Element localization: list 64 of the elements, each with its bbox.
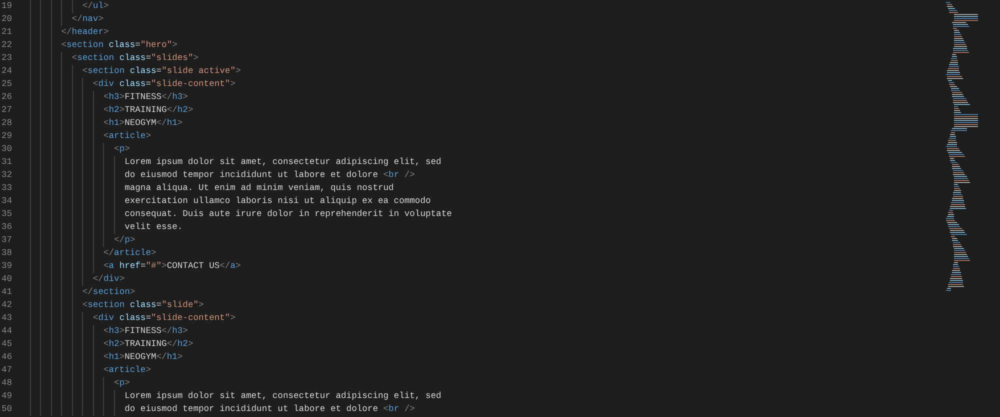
code-line: <div class="slide-content"> <box>92 313 236 323</box>
code-line: <section class="slide active"> <box>81 66 241 76</box>
line-number: 24 <box>0 65 12 78</box>
code-line: </nav> <box>70 14 104 24</box>
line-number: 48 <box>0 377 12 390</box>
code-line: Lorem ipsum dolor sit amet, consectetur adipiscing elit, sed <box>124 157 442 167</box>
code-line: <h3>FITNESS</h3> <box>102 326 188 336</box>
line-number: 47 <box>0 364 12 377</box>
code-line: velit esse. <box>124 222 183 232</box>
code-line: do eiusmod tempor incididunt ut labore et dolore <br /> <box>124 404 415 414</box>
code-line: <section class="hero"> <box>60 40 178 50</box>
code-line: <h1>NEOGYM</h1> <box>102 118 183 128</box>
code-line: </p> <box>113 235 136 245</box>
line-number: 33 <box>0 182 12 195</box>
code-line: <h2>TRAINING</h2> <box>102 339 194 349</box>
code-line: </article> <box>102 248 156 258</box>
code-line: <p> <box>113 144 130 154</box>
line-number: 26 <box>0 91 12 104</box>
line-number: 20 <box>0 13 12 26</box>
code-line: <div class="slide-content"> <box>92 79 236 89</box>
code-line: <article> <box>102 365 151 375</box>
code-line: Lorem ipsum dolor sit amet, consectetur adipiscing elit, sed <box>124 391 442 401</box>
line-number: 46 <box>0 351 12 364</box>
code-line: exercitation ullamco laboris nisi ut aliquip ex ea commodo <box>124 196 431 206</box>
line-number: 27 <box>0 104 12 117</box>
code-line: <h2>TRAINING</h2> <box>102 105 194 115</box>
code-line: <section class="slide"> <box>81 300 204 310</box>
line-number: 40 <box>0 273 12 286</box>
line-number: 49 <box>0 390 12 403</box>
line-number: 22 <box>0 39 12 52</box>
line-number: 43 <box>0 312 12 325</box>
code-line: magna aliqua. Ut enim ad minim veniam, quis nostrud <box>124 183 394 193</box>
line-number: 44 <box>0 325 12 338</box>
code-line: consequat. Duis aute irure dolor in reprehenderit in voluptate <box>124 209 452 219</box>
line-number: 42 <box>0 299 12 312</box>
line-number: 19 <box>0 0 12 13</box>
code-line: </header> <box>60 27 109 37</box>
code-line: <article> <box>102 131 151 141</box>
line-number: 28 <box>0 117 12 130</box>
line-number: 29 <box>0 130 12 143</box>
line-number: 32 <box>0 169 12 182</box>
line-number: 35 <box>0 208 12 221</box>
line-number: 21 <box>0 26 12 39</box>
line-number: 45 <box>0 338 12 351</box>
line-number: 23 <box>0 52 12 65</box>
line-number: 31 <box>0 156 12 169</box>
line-number: 41 <box>0 286 12 299</box>
code-line: <section class="slides"> <box>70 53 199 63</box>
line-number: 36 <box>0 221 12 234</box>
line-number: 25 <box>0 78 12 91</box>
code-line: <p> <box>113 378 130 388</box>
code-line: </section> <box>81 287 136 297</box>
line-number: 30 <box>0 143 12 156</box>
code-line: do eiusmod tempor incididunt ut labore et dolore <br /> <box>124 170 415 180</box>
code-line: </ul> <box>81 1 109 11</box>
code-line: <h1>NEOGYM</h1> <box>102 352 183 362</box>
code-line: <h3>FITNESS</h3> <box>102 92 188 102</box>
code-line: </div> <box>92 274 125 284</box>
line-number: 50 <box>0 403 12 416</box>
line-number: 39 <box>0 260 12 273</box>
line-number: 34 <box>0 195 12 208</box>
line-number: 38 <box>0 247 12 260</box>
code-line: <a href="#">CONTACT US</a> <box>102 261 241 271</box>
line-number: 37 <box>0 234 12 247</box>
